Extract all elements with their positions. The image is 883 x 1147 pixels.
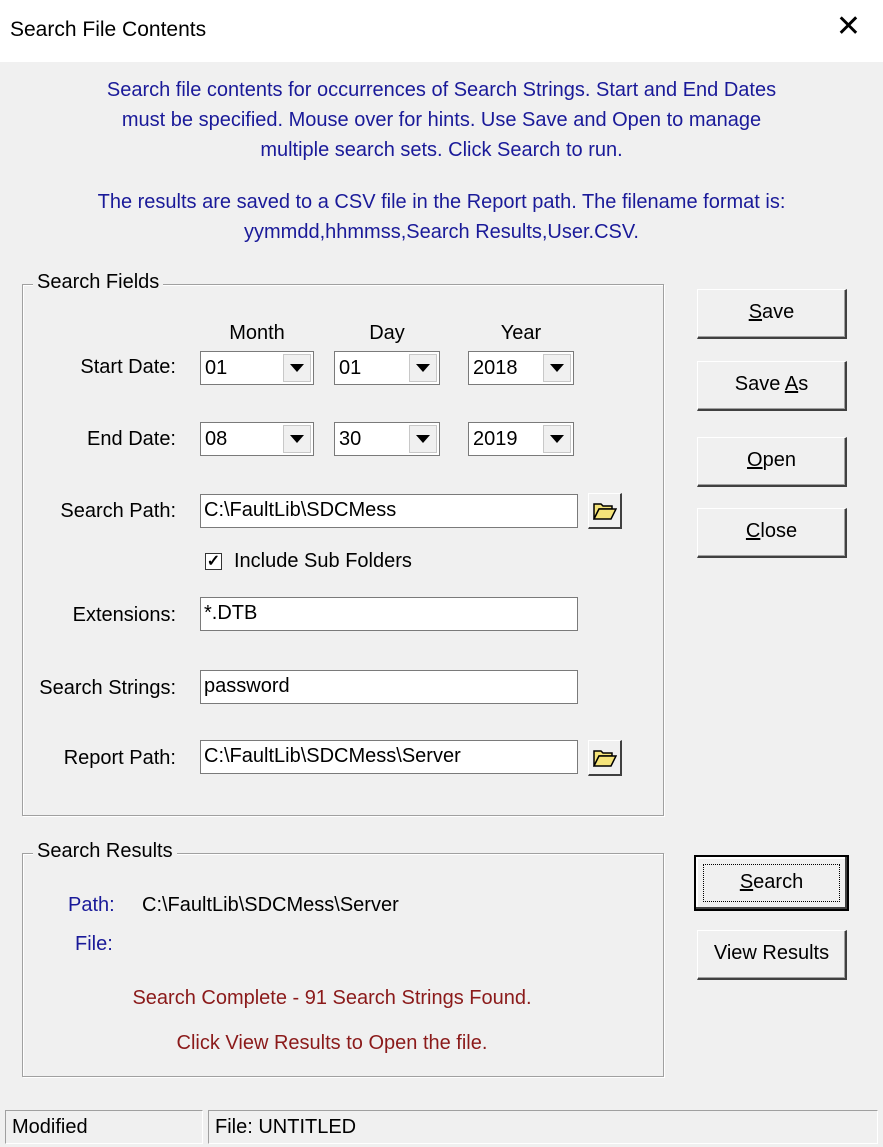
start-day-select[interactable]: 01 [334, 351, 440, 385]
start-date-label: Start Date: [80, 356, 176, 378]
info-line-2: must be specified. Mouse over for hints.… [121, 109, 762, 131]
info-line-4: The results are saved to a CSV file in t… [97, 191, 786, 213]
chevron-down-icon[interactable] [409, 425, 437, 453]
day-header: Day [369, 322, 405, 344]
window-title: Search File Contents [10, 18, 207, 41]
search-status-message: Search Complete - 91 Search Strings Foun… [132, 987, 532, 1009]
info-line-1: Search file contents for occurrences of … [106, 79, 777, 101]
end-date-label: End Date: [87, 428, 176, 450]
file-label: File: [75, 933, 113, 955]
end-day-select[interactable]: 30 [334, 422, 440, 456]
search-focus-rect [703, 864, 840, 902]
year-header: Year [500, 322, 542, 344]
save-as-button[interactable]: Save As [697, 361, 847, 411]
open-mnemonic: O [747, 449, 763, 471]
report-path-label: Report Path: [63, 747, 176, 769]
report-path-input[interactable]: C:\FaultLib\SDCMess\Server [200, 740, 578, 774]
save-as-label-pre: Save [734, 373, 785, 395]
path-label: Path: [68, 894, 115, 916]
chevron-down-icon[interactable] [283, 354, 311, 382]
search-strings-label: Search Strings: [39, 677, 176, 699]
end-year-select[interactable]: 2019 [468, 422, 574, 456]
extensions-label: Extensions: [72, 604, 176, 626]
open-button-label: pen [762, 449, 796, 471]
save-as-label-post: s [798, 373, 809, 395]
close-button-label: lose [760, 520, 798, 542]
folder-open-icon [592, 502, 617, 520]
include-subfolders-label: Include Sub Folders [234, 550, 412, 572]
end-day-value: 30 [339, 428, 362, 450]
status-file: File: UNTITLED [208, 1110, 878, 1144]
search-fields-legend: Search Fields [33, 271, 164, 294]
month-header: Month [229, 322, 285, 344]
start-day-value: 01 [339, 357, 362, 379]
chevron-down-icon[interactable] [409, 354, 437, 382]
save-button-label: ave [762, 301, 795, 323]
chevron-down-icon[interactable] [543, 425, 571, 453]
end-year-value: 2019 [473, 428, 518, 450]
save-button[interactable]: Save [697, 289, 847, 339]
search-results-legend: Search Results [33, 840, 177, 863]
view-results-button[interactable]: View Results [697, 930, 847, 980]
path-value: C:\FaultLib\SDCMess\Server [142, 894, 399, 916]
chevron-down-icon[interactable] [543, 354, 571, 382]
include-subfolders-checkbox[interactable]: ✓ [205, 553, 222, 570]
close-icon[interactable]: ✕ [836, 12, 861, 42]
start-year-value: 2018 [473, 357, 518, 379]
title-bar: Search File Contents ✕ [0, 0, 883, 62]
extensions-input[interactable]: *.DTB [200, 597, 578, 631]
search-path-label: Search Path: [60, 500, 176, 522]
status-modified: Modified [5, 1110, 203, 1144]
start-month-value: 01 [205, 357, 228, 379]
chevron-down-icon[interactable] [283, 425, 311, 453]
close-mnemonic: C [745, 520, 761, 542]
folder-open-icon [592, 749, 617, 767]
end-month-value: 08 [205, 428, 228, 450]
save-as-mnemonic: A [784, 373, 799, 395]
report-path-browse-button[interactable] [588, 740, 622, 776]
close-button[interactable]: Close [697, 508, 847, 558]
info-line-3: multiple search sets. Click Search to ru… [260, 139, 623, 161]
open-button[interactable]: Open [697, 437, 847, 487]
search-path-browse-button[interactable] [588, 493, 622, 529]
search-path-input[interactable]: C:\FaultLib\SDCMess [200, 494, 578, 528]
view-results-hint: Click View Results to Open the file. [176, 1032, 488, 1054]
save-mnemonic: S [748, 301, 763, 323]
end-month-select[interactable]: 08 [200, 422, 314, 456]
start-month-select[interactable]: 01 [200, 351, 314, 385]
info-line-5: yymmdd,hhmmss,Search Results,User.CSV. [244, 221, 639, 243]
search-strings-input[interactable]: password [200, 670, 578, 704]
start-year-select[interactable]: 2018 [468, 351, 574, 385]
